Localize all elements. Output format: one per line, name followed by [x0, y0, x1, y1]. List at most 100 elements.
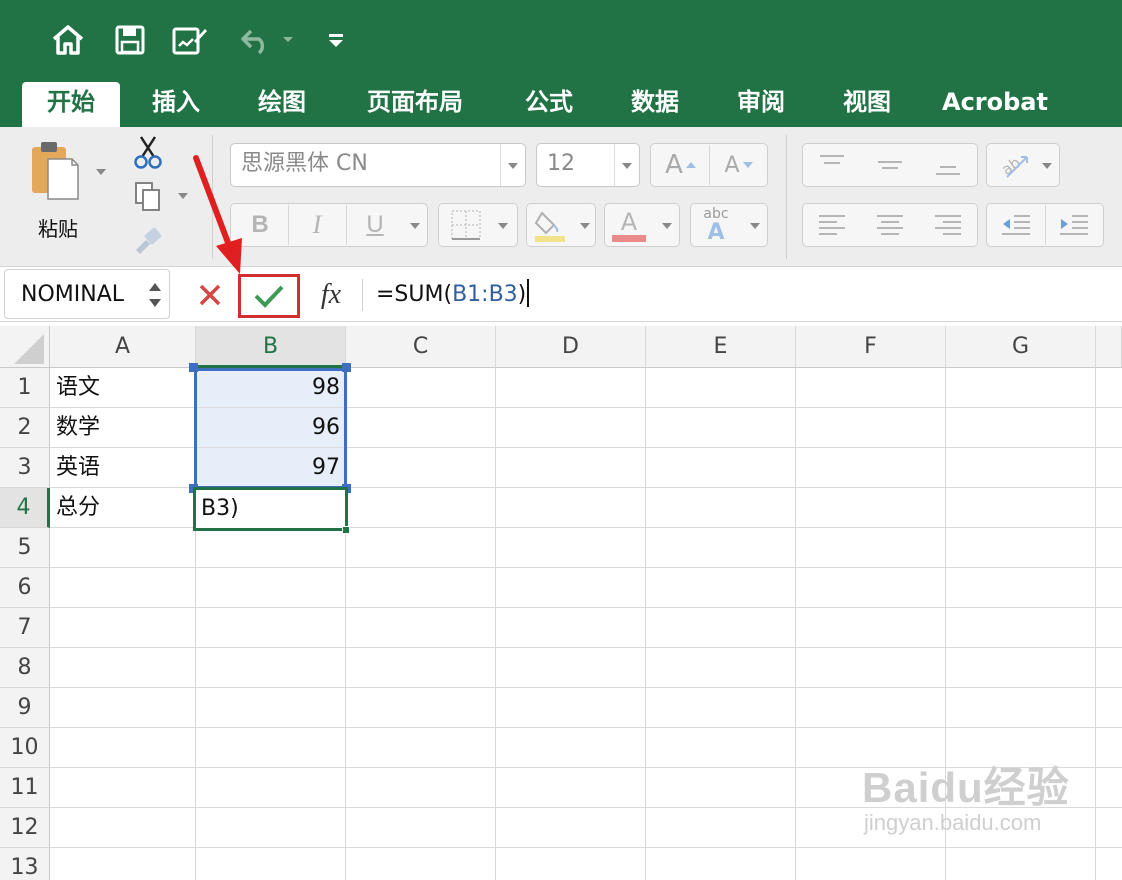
- underline-dropdown-icon[interactable]: [410, 223, 420, 229]
- cell-b1[interactable]: 98: [196, 368, 346, 408]
- cell-b3[interactable]: 97: [196, 448, 346, 488]
- fill-color-dropdown-icon[interactable]: [580, 223, 590, 229]
- shrink-font-button[interactable]: A: [712, 145, 766, 185]
- phonetic-letter: A: [707, 220, 725, 245]
- phonetic-dropdown-icon[interactable]: [750, 223, 760, 229]
- customize-icon[interactable]: [318, 22, 354, 58]
- paste-dropdown-icon[interactable]: [96, 169, 106, 175]
- font-color-letter: A: [620, 207, 638, 236]
- underline-button[interactable]: U: [348, 205, 402, 245]
- align-middle-icon[interactable]: [862, 145, 918, 185]
- column-header-b[interactable]: B: [196, 326, 346, 368]
- row-header-6[interactable]: 6: [0, 568, 50, 608]
- row-header-13[interactable]: 13: [0, 848, 50, 880]
- insert-function-button[interactable]: fx: [308, 275, 354, 315]
- shrink-font-icon: [742, 162, 753, 168]
- tab-home[interactable]: 开始: [22, 82, 120, 127]
- undo-dropdown-icon[interactable]: [276, 22, 300, 58]
- save-icon[interactable]: [112, 22, 148, 58]
- svg-text:ab: ab: [998, 153, 1024, 178]
- orientation-dropdown-icon[interactable]: [1042, 163, 1052, 169]
- cell-a2[interactable]: 数学: [50, 408, 195, 448]
- tab-data[interactable]: 数据: [612, 80, 698, 127]
- font-name-value: 思源黑体 CN: [241, 151, 368, 176]
- cell-a3[interactable]: 英语: [50, 448, 195, 488]
- row-header-8[interactable]: 8: [0, 648, 50, 688]
- increase-indent-icon[interactable]: [1046, 205, 1102, 245]
- tab-acrobat[interactable]: Acrobat: [934, 80, 1056, 127]
- name-box-stepper[interactable]: [146, 277, 164, 313]
- copy-icon[interactable]: [130, 179, 166, 215]
- font-color-button[interactable]: A: [606, 205, 652, 245]
- tab-review[interactable]: 审阅: [718, 80, 804, 127]
- select-all-corner[interactable]: [0, 326, 50, 368]
- fill-color-icon[interactable]: [528, 205, 572, 245]
- fill-handle[interactable]: [342, 526, 350, 534]
- formula-suffix: ): [517, 282, 527, 307]
- align-bottom-icon[interactable]: [920, 145, 976, 185]
- active-cell-b4[interactable]: B3): [193, 487, 348, 531]
- borders-dropdown-icon[interactable]: [498, 223, 508, 229]
- cut-icon[interactable]: [130, 133, 166, 173]
- row-header-7[interactable]: 7: [0, 608, 50, 648]
- font-color-swatch: [612, 234, 646, 242]
- column-header-e[interactable]: E: [646, 326, 796, 368]
- italic-button[interactable]: I: [290, 205, 344, 245]
- row-header-5[interactable]: 5: [0, 528, 50, 568]
- grow-font-icon: [685, 162, 696, 168]
- font-color-dropdown-icon[interactable]: [662, 223, 672, 229]
- shrink-font-letter: A: [724, 152, 740, 178]
- row-header-4[interactable]: 4: [0, 488, 50, 528]
- column-header-h[interactable]: [1096, 326, 1122, 368]
- watermark-url: jingyan.baidu.com: [864, 810, 1042, 835]
- enter-button[interactable]: [238, 274, 300, 318]
- tab-formulas[interactable]: 公式: [506, 80, 592, 127]
- column-header-a[interactable]: A: [50, 326, 196, 368]
- home-icon[interactable]: [50, 22, 86, 58]
- align-left-icon[interactable]: [804, 205, 860, 245]
- formula-input[interactable]: =SUM(B1:B3): [376, 275, 530, 315]
- tab-page-layout[interactable]: 页面布局: [350, 80, 480, 127]
- cell-a4[interactable]: 总分: [50, 488, 195, 528]
- column-header-f[interactable]: F: [796, 326, 946, 368]
- undo-icon[interactable]: [238, 22, 274, 58]
- column-header-c[interactable]: C: [346, 326, 496, 368]
- cell-a1[interactable]: 语文: [50, 368, 195, 408]
- row-header-1[interactable]: 1: [0, 368, 50, 408]
- text-cursor: [527, 279, 530, 307]
- row-header-12[interactable]: 12: [0, 808, 50, 848]
- decrease-indent-icon[interactable]: [988, 205, 1044, 245]
- font-size-value: 12: [547, 151, 575, 176]
- font-name-dropdown-icon[interactable]: [508, 163, 518, 169]
- formula-prefix: =SUM(: [376, 282, 453, 307]
- font-name-select[interactable]: 思源黑体 CN: [230, 143, 526, 187]
- column-header-d[interactable]: D: [496, 326, 646, 368]
- align-top-icon[interactable]: [804, 145, 860, 185]
- cancel-icon[interactable]: [190, 275, 230, 315]
- phonetic-button[interactable]: abc A: [692, 205, 740, 245]
- row-header-3[interactable]: 3: [0, 448, 50, 488]
- row-header-9[interactable]: 9: [0, 688, 50, 728]
- tab-draw[interactable]: 绘图: [236, 80, 328, 127]
- check-icon: [254, 285, 284, 308]
- title-bar: [0, 0, 1122, 80]
- tab-view[interactable]: 视图: [824, 80, 910, 127]
- align-center-icon[interactable]: [862, 205, 918, 245]
- row-header-2[interactable]: 2: [0, 408, 50, 448]
- paste-label: 粘贴: [38, 217, 78, 241]
- column-header-g[interactable]: G: [946, 326, 1096, 368]
- row-header-10[interactable]: 10: [0, 728, 50, 768]
- paste-icon[interactable]: [26, 137, 82, 203]
- edit-icon[interactable]: [172, 22, 208, 58]
- grow-font-letter: A: [665, 150, 683, 180]
- borders-icon[interactable]: [444, 207, 488, 243]
- orientation-icon[interactable]: ab: [990, 145, 1038, 185]
- align-right-icon[interactable]: [920, 205, 976, 245]
- format-painter-icon[interactable]: [130, 223, 166, 257]
- font-size-dropdown-icon[interactable]: [622, 163, 632, 169]
- worksheet-grid[interactable]: A B C D E F G 1 2 3 4 5 6 7 8 9 10 11 12…: [0, 326, 1122, 880]
- grow-font-button[interactable]: A: [654, 145, 708, 185]
- cell-b2[interactable]: 96: [196, 408, 346, 448]
- row-header-11[interactable]: 11: [0, 768, 50, 808]
- tab-insert[interactable]: 插入: [130, 80, 222, 127]
